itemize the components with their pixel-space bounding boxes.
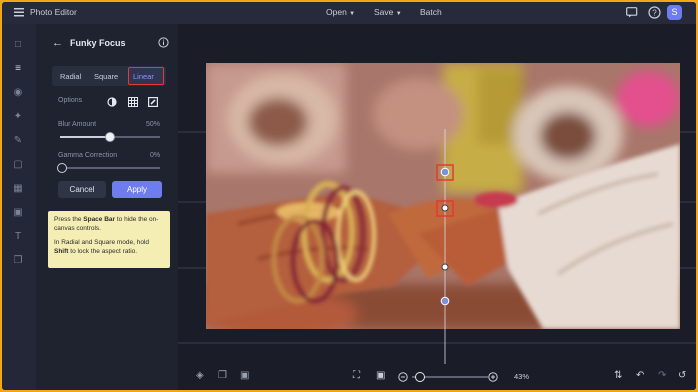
tab-linear[interactable]: Linear [128, 67, 164, 85]
chevron-down-icon: ▼ [349, 11, 356, 17]
frame-icon[interactable]: ▢ [12, 159, 24, 171]
apply-button[interactable]: Apply [112, 181, 162, 198]
mode-tabs: Radial Square Linear [52, 66, 166, 86]
effects-icon[interactable]: ✦ [12, 111, 24, 123]
zoom-out-icon[interactable] [398, 372, 408, 382]
panel-title: Funky Focus [70, 38, 126, 48]
adjustments-icon[interactable]: ≡ [12, 63, 24, 75]
focus-center-handle[interactable] [441, 204, 449, 212]
user-avatar[interactable]: S [667, 5, 682, 20]
help-icon[interactable]: ? [648, 6, 661, 19]
compare-icon[interactable]: ⇅ [614, 370, 622, 381]
app-window: Photo Editor Open ▼ Save ▼ Batch ? S □ ≡… [2, 2, 696, 390]
tab-radial[interactable]: Radial [60, 72, 81, 81]
zoom-in-icon[interactable] [488, 372, 498, 382]
svg-text:?: ? [652, 8, 657, 17]
gamma-correction-knob[interactable] [57, 163, 67, 173]
undo-icon[interactable]: ↶ [636, 370, 644, 381]
actual-size-icon[interactable]: ▣ [376, 370, 385, 381]
tool-rail: □ ≡ ◉ ✦ ✎ ▢ ▦ ▣ T ❐ [2, 24, 36, 390]
info-icon[interactable] [158, 37, 169, 48]
focus-bottom-handle[interactable] [441, 263, 449, 271]
comment-icon[interactable] [626, 7, 638, 18]
layers-stack-icon[interactable]: ◈ [196, 370, 204, 381]
eye-icon[interactable]: ◉ [12, 87, 24, 99]
zoom-slider[interactable] [412, 372, 488, 382]
tip-spacebar: Press the Space Bar to hide the on-canva… [54, 216, 159, 232]
tip-shift: In Radial and Square mode, hold Shift to… [54, 239, 150, 255]
crop-icon[interactable]: ▣ [240, 370, 249, 381]
blur-amount-knob[interactable] [105, 132, 115, 142]
canvas-surface [178, 63, 696, 364]
blur-amount-label: Blur Amount [58, 121, 97, 128]
tab-square[interactable]: Square [94, 72, 118, 81]
contrast-icon[interactable] [107, 97, 117, 107]
grid-icon[interactable] [128, 97, 138, 107]
blur-amount-value: 50% [146, 121, 161, 128]
options-label: Options [58, 97, 83, 104]
history-icon[interactable]: ↺ [678, 370, 686, 381]
border-icon[interactable]: ▣ [12, 207, 24, 219]
chevron-down-icon: ▼ [395, 11, 402, 17]
focus-top-handle[interactable] [440, 167, 450, 177]
text-icon[interactable]: T [12, 231, 24, 243]
graphics-icon[interactable]: ▦ [12, 183, 24, 195]
save-menu-button[interactable]: Save ▼ [374, 7, 402, 17]
zoom-knob[interactable] [415, 372, 425, 382]
gamma-correction-label: Gamma Correction [58, 152, 118, 159]
zoom-level[interactable]: 43% [514, 372, 529, 381]
redo-icon[interactable]: ↷ [658, 370, 666, 381]
edit-square-icon[interactable] [148, 97, 158, 107]
app-title: Photo Editor [30, 7, 77, 17]
hamburger-menu-icon[interactable] [14, 8, 24, 17]
open-menu-button[interactable]: Open ▼ [326, 7, 355, 17]
editor-canvas[interactable] [178, 24, 696, 390]
funky-focus-panel: ← Funky Focus Radial Square Linear Optio… [36, 24, 178, 390]
duplicate-icon[interactable]: ❐ [218, 370, 227, 381]
tip-box: Press the Space Bar to hide the on-canva… [48, 211, 170, 268]
blur-amount-slider[interactable] [60, 132, 160, 142]
tab-linear-label: Linear [133, 72, 154, 81]
batch-button[interactable]: Batch [420, 7, 442, 17]
gamma-correction-value: 0% [150, 152, 161, 159]
brush-icon[interactable]: ✎ [12, 135, 24, 147]
back-arrow-icon[interactable]: ← [52, 37, 63, 49]
image-tool-icon[interactable]: □ [12, 39, 24, 51]
cancel-button[interactable]: Cancel [58, 181, 106, 198]
focus-falloff-handle[interactable] [440, 296, 450, 306]
top-bar: Photo Editor Open ▼ Save ▼ Batch ? S [2, 2, 696, 24]
blur-amount-fill [60, 136, 110, 138]
fit-to-screen-icon[interactable]: ⛶ [353, 370, 360, 381]
layers-icon[interactable]: ❐ [12, 255, 24, 267]
gamma-correction-slider[interactable] [57, 163, 160, 173]
bottom-toolbar: ◈ ❐ ▣ ⛶ ▣ 43% ⇅ ↶ ↷ ↺ [178, 364, 696, 390]
